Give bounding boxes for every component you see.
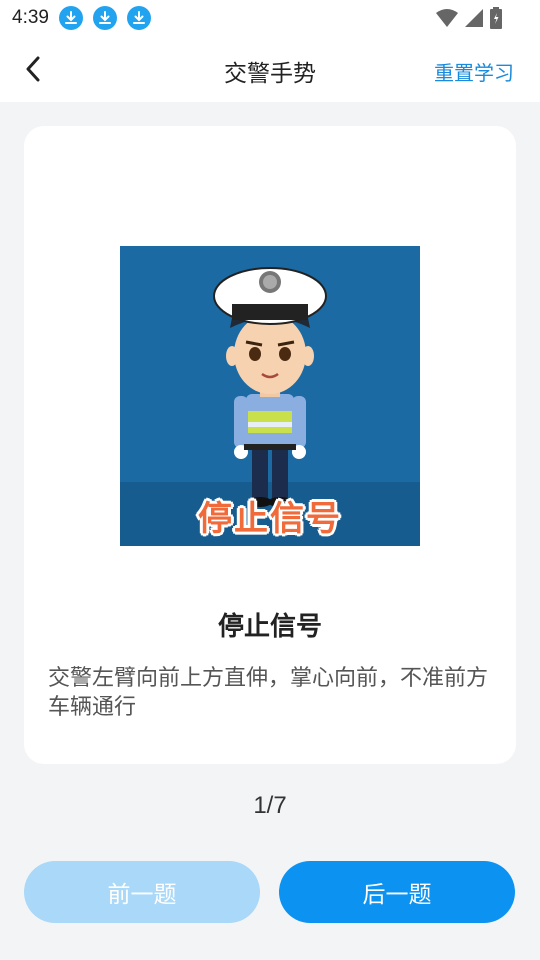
- next-question-button[interactable]: 后一题: [279, 861, 515, 923]
- download-icon: [58, 6, 83, 30]
- signal-icon: [465, 9, 483, 27]
- status-bar: 4:39: [0, 0, 540, 36]
- gesture-title: 停止信号: [217, 612, 322, 642]
- lesson-card: 停止信号 停止信号 交警左臂向前上方直伸，掌心向前，不准前方车辆通行: [24, 126, 516, 764]
- previous-question-label: 前一题: [107, 882, 177, 908]
- reset-learning-button[interactable]: 重置学习: [434, 57, 514, 86]
- status-time: 4:39: [12, 7, 49, 28]
- download-icon: [126, 6, 151, 30]
- download-icon: [92, 6, 117, 30]
- previous-question-button[interactable]: 前一题: [24, 861, 260, 923]
- wifi-icon: [436, 9, 458, 27]
- illustration-caption: 停止信号: [198, 499, 342, 539]
- app-header: 交警手势 重置学习: [0, 36, 540, 102]
- battery-icon: [490, 7, 502, 29]
- gesture-description: 交警左臂向前上方直伸，掌心向前，不准前方车辆通行: [48, 666, 489, 720]
- page-indicator: 1/7: [253, 792, 287, 819]
- next-question-label: 后一题: [362, 882, 432, 908]
- status-indicators: [436, 7, 502, 29]
- gesture-illustration: 停止信号: [120, 246, 420, 546]
